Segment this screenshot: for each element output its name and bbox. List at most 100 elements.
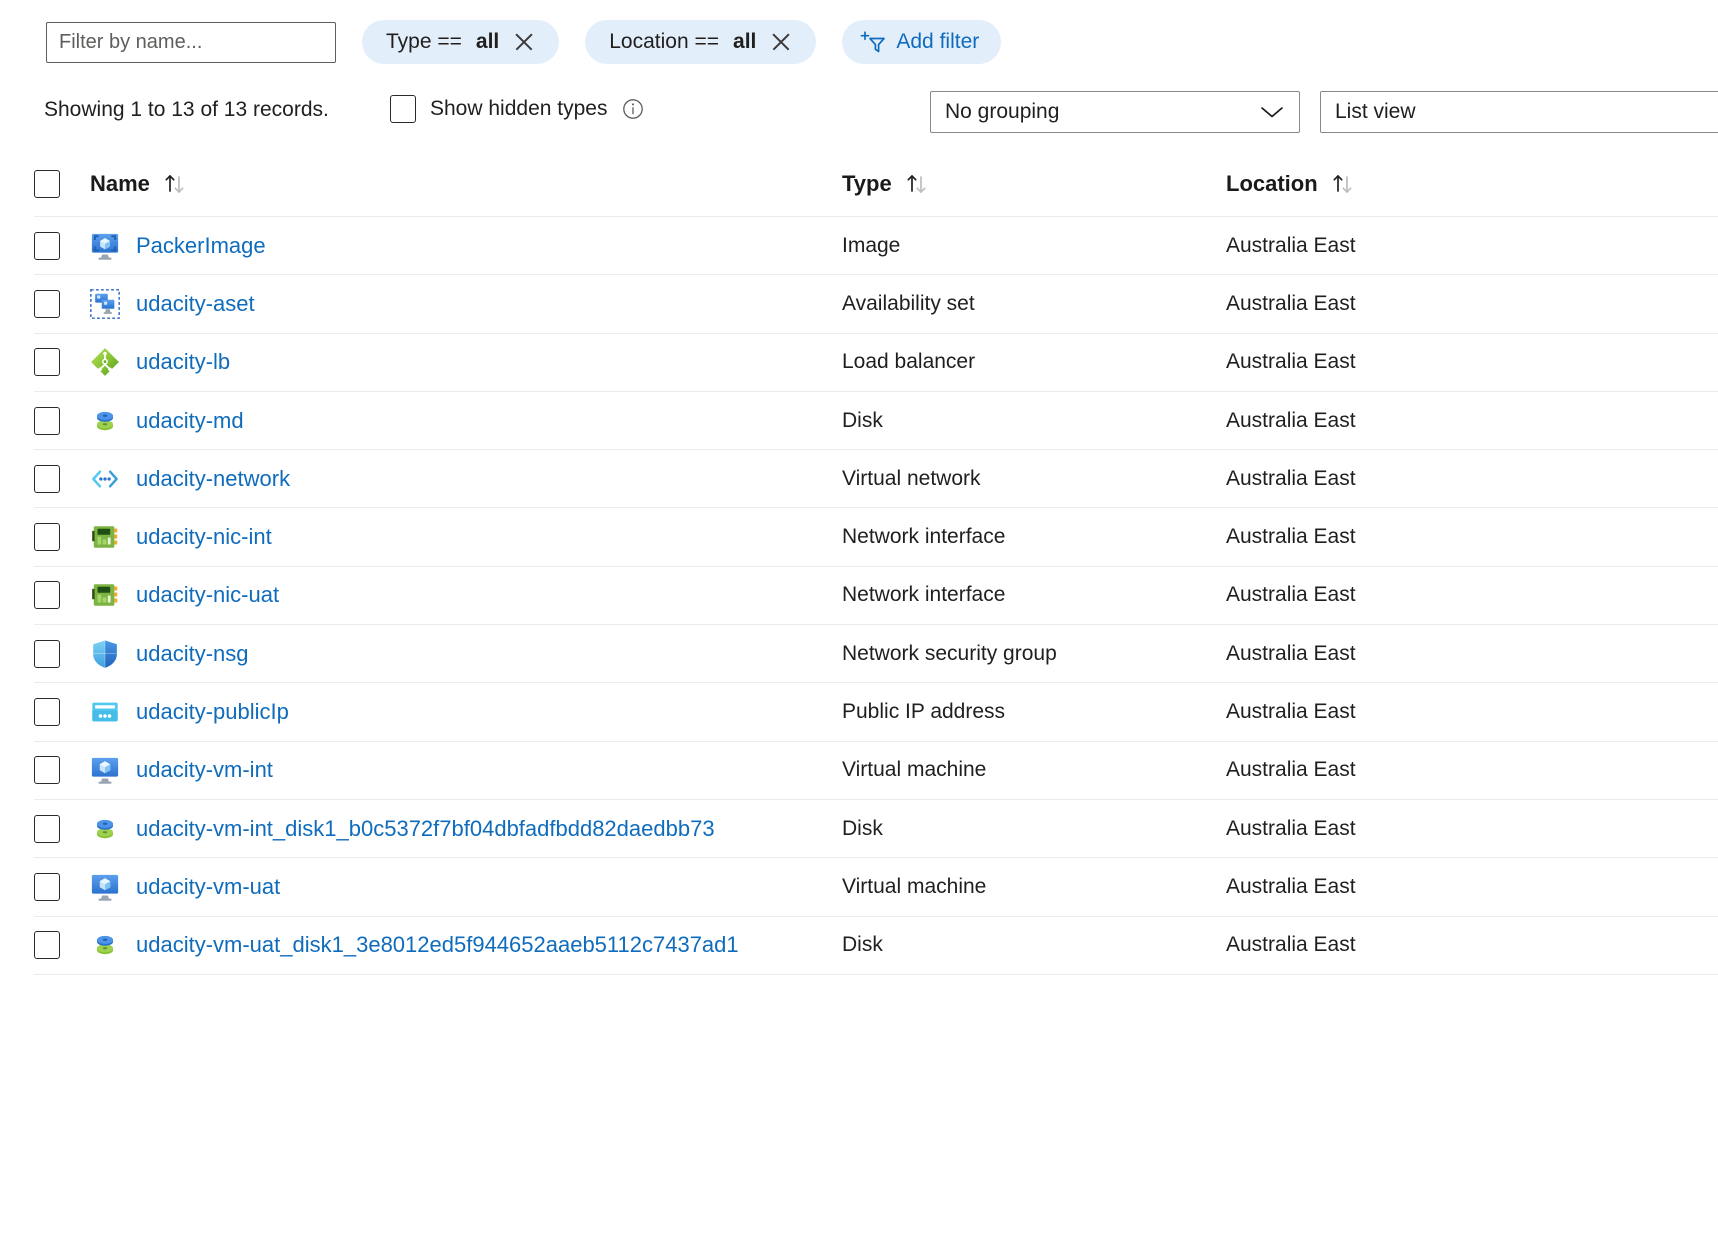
grouping-dropdown[interactable]: No grouping (930, 91, 1300, 133)
resource-link[interactable]: udacity-vm-uat_disk1_3e8012ed5f944652aae… (136, 932, 739, 958)
resource-link[interactable]: udacity-aset (136, 291, 255, 317)
close-icon[interactable] (770, 31, 792, 53)
row-type-cell: Public IP address (842, 700, 1226, 724)
filter-pill-location[interactable]: Location == all (585, 20, 817, 64)
public-ip-icon (92, 702, 118, 722)
row-location-text: Australia East (1226, 816, 1356, 840)
disk-icon (96, 819, 114, 838)
add-filter-button[interactable]: Add filter (842, 20, 1002, 64)
row-checkbox[interactable] (34, 814, 60, 843)
row-checkbox[interactable] (34, 698, 60, 727)
column-header-name-label: Name (90, 171, 150, 196)
row-location-text: Australia East (1226, 758, 1356, 782)
select-all-cell (34, 170, 90, 198)
filter-by-name-input[interactable] (46, 21, 336, 63)
resource-link[interactable]: PackerImage (136, 233, 266, 259)
row-location-text: Australia East (1226, 525, 1356, 549)
view-dropdown[interactable]: List view (1320, 91, 1718, 133)
row-name-cell: udacity-lb (90, 347, 842, 377)
row-select-cell (34, 872, 90, 901)
row-select-cell (34, 756, 90, 785)
column-header-type[interactable]: Type (842, 171, 1226, 197)
row-checkbox[interactable] (34, 464, 60, 493)
table-row[interactable]: udacity-nic-uat Network interface Australi… (34, 567, 1718, 626)
row-name-cell: udacity-vm-int (90, 755, 842, 785)
row-name-cell: udacity-md (90, 406, 842, 436)
table-row[interactable]: PackerImage Image Australia East (34, 217, 1718, 276)
row-type-cell: Virtual machine (842, 875, 1226, 899)
table-row[interactable]: udacity-vm-int Virtual machine Australia E… (34, 742, 1718, 800)
resource-link[interactable]: udacity-publicIp (136, 699, 289, 725)
row-name-wrap: udacity-aset (90, 289, 255, 319)
row-checkbox[interactable] (34, 931, 60, 960)
resource-link[interactable]: udacity-lb (136, 349, 230, 375)
close-icon[interactable] (513, 31, 535, 53)
info-icon[interactable] (621, 97, 645, 121)
row-checkbox[interactable] (34, 231, 60, 260)
table-row[interactable]: udacity-network Virtual network Australia … (34, 450, 1718, 509)
row-name-cell: udacity-nic-uat (90, 580, 842, 610)
table-row[interactable]: udacity-vm-uat Virtual machine Australia E… (34, 858, 1718, 917)
table-row[interactable]: udacity-nic-int Network interface Australi… (34, 508, 1718, 567)
resource-link[interactable]: udacity-vm-int (136, 757, 273, 783)
show-hidden-types-checkbox[interactable] (390, 95, 416, 123)
row-checkbox[interactable] (34, 348, 60, 377)
row-checkbox[interactable] (34, 872, 60, 901)
filter-pill-type[interactable]: Type == all (362, 20, 560, 64)
network-interface-icon (92, 526, 118, 548)
row-select-cell (34, 814, 90, 843)
table-row[interactable]: udacity-lb Load balancer Australia East (34, 334, 1718, 392)
show-hidden-types-group[interactable]: Show hidden types (390, 95, 645, 123)
table-row[interactable]: udacity-vm-uat_disk1_3e8012ed5f944652aae… (34, 917, 1718, 975)
table-row[interactable]: udacity-md Disk Australia East (34, 392, 1718, 451)
resource-link[interactable]: udacity-nsg (136, 641, 249, 667)
select-all-checkbox[interactable] (34, 170, 60, 198)
resource-link[interactable]: udacity-network (136, 466, 290, 492)
table-row[interactable]: udacity-nsg Network security group Austral… (34, 625, 1718, 684)
resources-table: Name Type Location PackerImage Image Aus… (34, 152, 1718, 975)
resource-link[interactable]: udacity-nic-int (136, 524, 272, 550)
sort-arrows-icon[interactable] (162, 171, 192, 197)
column-header-name[interactable]: Name (90, 171, 842, 197)
row-name-cell: udacity-nic-int (90, 522, 842, 552)
row-type-cell: Availability set (842, 292, 1226, 316)
row-type-cell: Network interface (842, 525, 1226, 549)
virtual-network-icon (92, 470, 118, 488)
row-type-text: Disk (842, 408, 883, 432)
table-row[interactable]: udacity-aset Availability set Australia Ea… (34, 275, 1718, 334)
row-name-wrap: udacity-network (90, 464, 290, 494)
row-select-cell (34, 289, 90, 318)
row-location-text: Australia East (1226, 933, 1356, 957)
row-select-cell (34, 231, 90, 260)
resource-link[interactable]: udacity-vm-int_disk1_b0c5372f7bf04dbfadf… (136, 816, 715, 842)
row-checkbox[interactable] (34, 639, 60, 668)
row-location-cell: Australia East (1226, 933, 1718, 957)
row-type-cell: Disk (842, 817, 1226, 841)
row-checkbox[interactable] (34, 523, 60, 552)
sort-arrows-icon[interactable] (904, 171, 934, 197)
row-checkbox[interactable] (34, 406, 60, 435)
row-select-cell (34, 523, 90, 552)
row-location-text: Australia East (1226, 700, 1356, 724)
table-row[interactable]: udacity-vm-int_disk1_b0c5372f7bf04dbfadf… (34, 800, 1718, 859)
table-row[interactable]: udacity-publicIp Public IP address Austral… (34, 683, 1718, 742)
resource-link[interactable]: udacity-nic-uat (136, 582, 279, 608)
row-type-text: Network security group (842, 641, 1057, 665)
row-type-text: Image (842, 233, 901, 257)
row-location-text: Australia East (1226, 874, 1356, 898)
row-select-cell (34, 931, 90, 960)
sort-arrows-icon[interactable] (1330, 171, 1360, 197)
disk-icon (96, 411, 114, 430)
filter-pill-location-label: Location == (609, 30, 720, 53)
row-checkbox[interactable] (34, 581, 60, 610)
row-name-wrap: PackerImage (90, 231, 266, 261)
resource-link[interactable]: udacity-vm-uat (136, 874, 280, 900)
virtual-machine-icon (91, 874, 119, 901)
row-name-wrap: udacity-vm-uat (90, 872, 280, 902)
row-checkbox[interactable] (34, 289, 60, 318)
row-checkbox[interactable] (34, 756, 60, 785)
row-name-cell: udacity-publicIp (90, 697, 842, 727)
resource-link[interactable]: udacity-md (136, 408, 244, 434)
disk-icon (96, 936, 114, 955)
column-header-location[interactable]: Location (1226, 171, 1718, 197)
